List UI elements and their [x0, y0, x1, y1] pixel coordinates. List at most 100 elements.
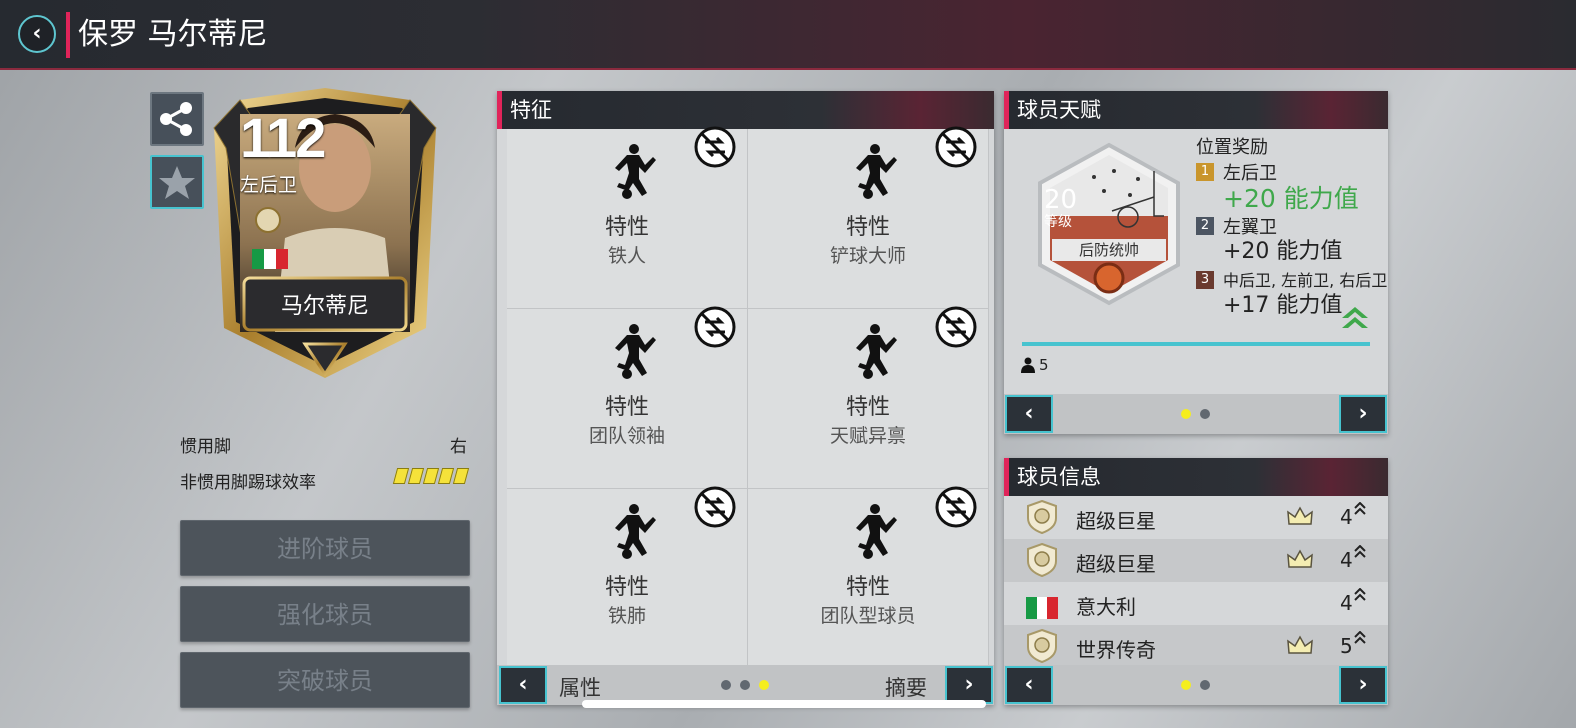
bonus-value: +20 能力值 — [1223, 239, 1343, 264]
chevron-left-icon: ‹ — [1024, 401, 1034, 426]
page-dot-active[interactable] — [1181, 409, 1191, 419]
no-swap-icon — [694, 306, 736, 348]
traits-panel: 特征 特性 铁人 特性 铲球大师 特性 团队领袖 特性 天赋异禀 特性 铁肺 特性 团队型球员 ‹ 属… — [497, 91, 994, 705]
double-chevron-up-icon — [1342, 307, 1368, 328]
traits-footer-right-label[interactable]: 摘要 — [885, 672, 927, 702]
traits-panel-header: 特征 — [497, 91, 994, 129]
favorite-button[interactable] — [150, 155, 204, 209]
traits-next-button[interactable]: › — [945, 666, 993, 704]
talent-panel: 球员天赋 20 等级 后防统帅 位置奖励 1 左后卫 +20 能力值 2 左翼卫 +20 … — [1004, 91, 1388, 434]
player-info-value: 5 — [1340, 634, 1353, 658]
traits-prev-button[interactable]: ‹ — [499, 666, 547, 704]
trait-cell[interactable]: 特性 铁肺 — [507, 486, 748, 669]
weak-foot-label: 非惯用脚踢球效率 — [180, 473, 316, 493]
crown-icon — [1287, 506, 1313, 525]
player-info-row[interactable]: 超级巨星 4 — [1004, 496, 1388, 539]
trait-name: 铁肺 — [607, 605, 646, 627]
page-dot[interactable] — [1200, 409, 1210, 419]
talent-prev-button[interactable]: ‹ — [1005, 395, 1053, 433]
page-title: 保罗 马尔蒂尼 — [78, 17, 268, 52]
chevron-right-icon: › — [1358, 401, 1368, 426]
no-swap-icon — [694, 126, 736, 168]
preferred-foot-value: 右 — [450, 437, 467, 457]
trait-cell[interactable]: 特性 铲球大师 — [748, 126, 989, 309]
player-info-header: 球员信息 — [1004, 458, 1388, 496]
icon-badge-icon — [1027, 500, 1057, 534]
home-indicator[interactable] — [582, 700, 986, 708]
page-dot-active[interactable] — [1181, 680, 1191, 690]
traits-footer-left-label[interactable]: 属性 — [559, 672, 601, 702]
icon-badge-icon — [1027, 629, 1057, 663]
person-icon — [1021, 357, 1035, 373]
kicking-player-icon — [856, 504, 897, 559]
weak-foot-pip — [392, 468, 410, 484]
player-info-row[interactable]: 超级巨星 4 — [1004, 539, 1388, 582]
kicking-player-icon — [856, 144, 897, 199]
page-dot-active[interactable] — [759, 680, 769, 690]
traits-panel-title: 特征 — [510, 98, 552, 122]
trait-type: 特性 — [604, 215, 649, 240]
chevron-right-icon: › — [964, 672, 974, 697]
no-swap-icon — [935, 126, 977, 168]
talent-next-button[interactable]: › — [1339, 395, 1387, 433]
trait-name: 天赋异禀 — [829, 425, 906, 447]
kicking-player-icon — [615, 504, 656, 559]
card-position: 左后卫 — [240, 174, 298, 196]
page-dot[interactable] — [721, 680, 731, 690]
trait-cell[interactable]: 特性 团队型球员 — [748, 486, 989, 669]
chevron-left-icon: ‹ — [32, 21, 42, 46]
chevron-up-icon — [1354, 545, 1366, 558]
traits-grid: 特性 铁人 特性 铲球大师 特性 团队领袖 特性 天赋异禀 特性 铁肺 特性 团队型球员 — [507, 126, 989, 669]
advance-player-button[interactable]: 进阶球员 — [180, 520, 470, 576]
enhance-player-button[interactable]: 强化球员 — [180, 586, 470, 642]
chevron-up-icon — [1354, 588, 1366, 601]
trait-name: 铁人 — [607, 245, 646, 267]
preferred-foot-label: 惯用脚 — [180, 437, 231, 457]
player-card[interactable]: 112 左后卫 马尔蒂尼 — [200, 88, 450, 382]
trait-type: 特性 — [845, 575, 890, 600]
trait-name: 团队型球员 — [820, 605, 916, 627]
player-info-footer: ‹ › — [1004, 665, 1388, 705]
card-frame — [213, 88, 437, 378]
chevron-right-icon: › — [1358, 672, 1368, 697]
page-dot[interactable] — [1200, 680, 1210, 690]
player-info-label: 意大利 — [1076, 595, 1136, 619]
share-button[interactable] — [150, 92, 204, 146]
talent-footer: ‹ › — [1004, 394, 1388, 434]
chevron-left-icon: ‹ — [518, 672, 528, 697]
info-page-dots — [1181, 680, 1210, 690]
talent-level-unit: 等级 — [1044, 214, 1072, 230]
info-prev-button[interactable]: ‹ — [1005, 666, 1053, 704]
star-icon — [159, 166, 195, 199]
weak-foot-pip — [437, 468, 455, 484]
trait-type: 特性 — [845, 395, 890, 420]
trait-cell[interactable]: 特性 铁人 — [507, 126, 748, 309]
player-info-row[interactable]: 意大利 4 — [1004, 582, 1388, 625]
page-dot[interactable] — [740, 680, 750, 690]
weak-foot-pip — [407, 468, 425, 484]
chevron-left-icon: ‹ — [1024, 672, 1034, 697]
player-info-title: 球员信息 — [1017, 465, 1101, 489]
talent-page-dots — [1181, 409, 1210, 419]
trait-name: 团队领袖 — [588, 425, 665, 447]
icon-badge-icon — [1027, 543, 1057, 577]
back-button[interactable]: ‹ — [18, 15, 56, 53]
info-next-button[interactable]: › — [1339, 666, 1387, 704]
trait-type: 特性 — [845, 215, 890, 240]
trait-cell[interactable]: 特性 天赋异禀 — [748, 306, 989, 489]
card-player-name: 马尔蒂尼 — [280, 294, 369, 319]
no-swap-icon — [935, 306, 977, 348]
card-rating: 112 — [240, 106, 326, 169]
talent-progress-bar — [1022, 342, 1370, 346]
trait-cell[interactable]: 特性 团队领袖 — [507, 306, 748, 489]
kicking-player-icon — [615, 144, 656, 199]
talent-panel-header: 球员天赋 — [1004, 91, 1388, 129]
player-info-label: 超级巨星 — [1076, 509, 1156, 533]
player-info-row[interactable]: 世界传奇 5 — [1004, 625, 1388, 668]
chevron-up-icon — [1354, 631, 1366, 644]
breakthrough-player-button[interactable]: 突破球员 — [180, 652, 470, 708]
no-swap-icon — [935, 486, 977, 528]
player-info-panel: 球员信息 超级巨星 4 超级巨星 4 意大利 4 世界传奇 5 ‹ › — [1004, 458, 1388, 705]
weak-foot-rating — [392, 468, 470, 484]
player-info-value: 4 — [1340, 505, 1353, 529]
